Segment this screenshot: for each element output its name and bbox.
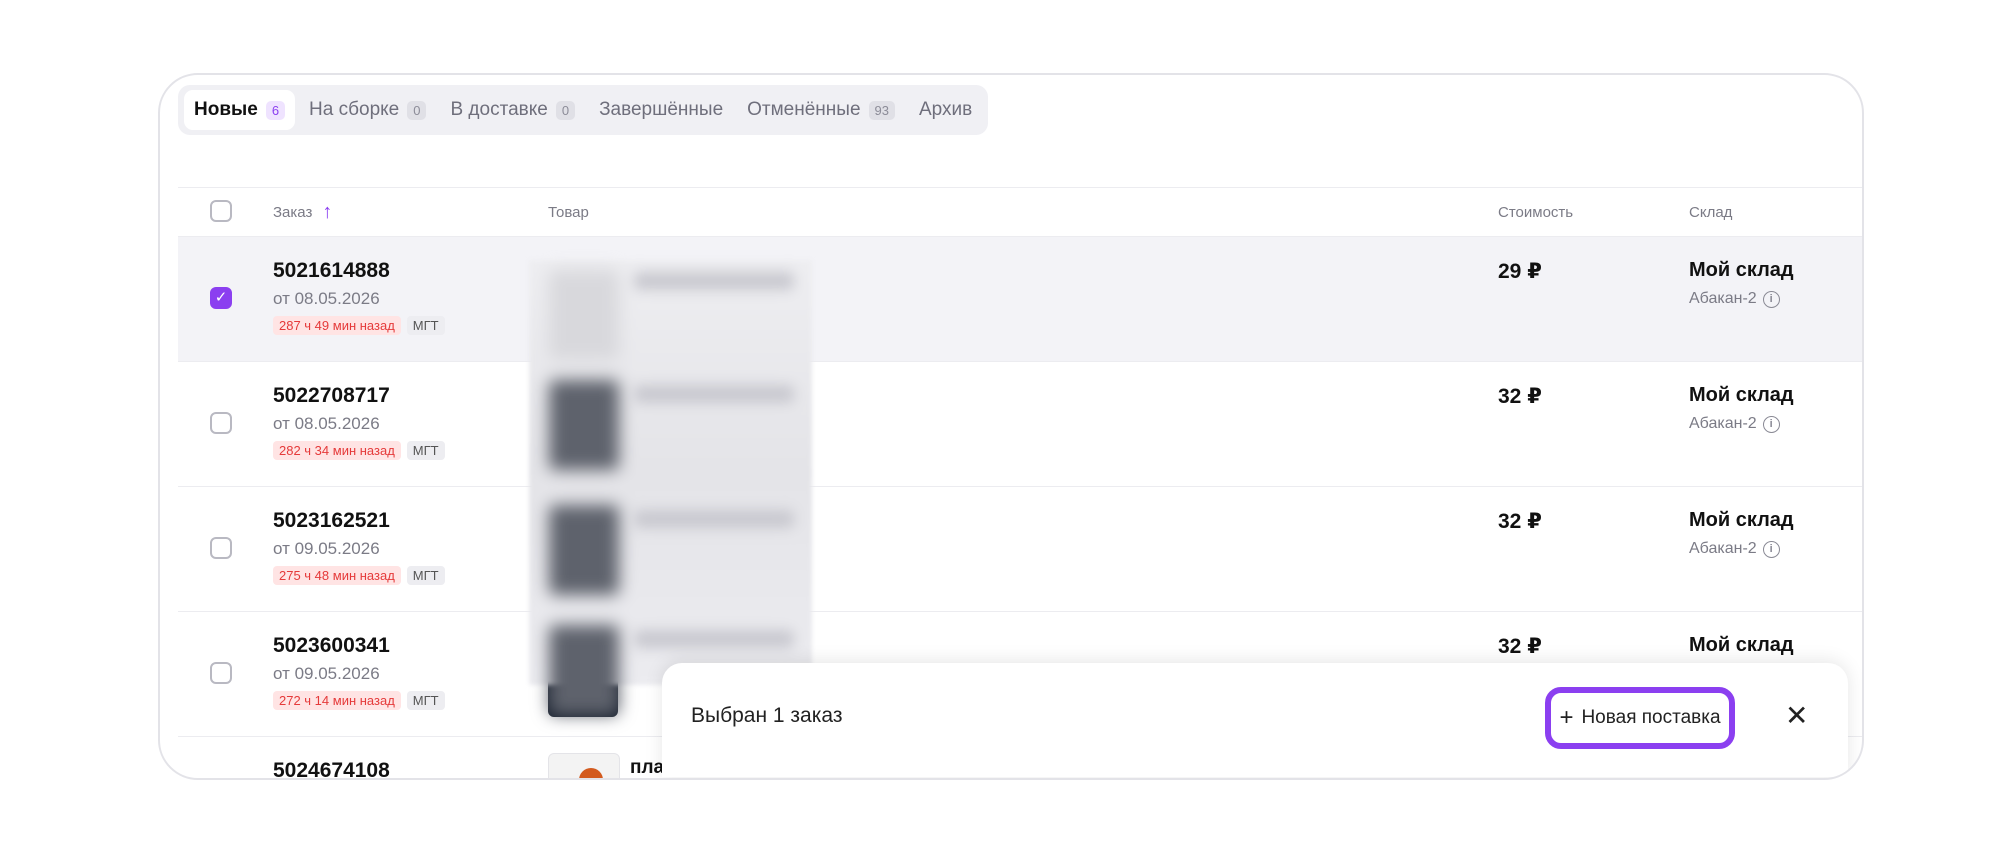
order-date: от 09.05.2026 (273, 664, 380, 683)
tab-count-badge: 0 (407, 100, 427, 120)
delivery-type-badge: МГТ (406, 441, 445, 460)
orders-card: Новые 6 На сборке 0 В доставке 0 Завершё… (158, 73, 1864, 780)
row-checkbox[interactable]: ✓ (210, 412, 232, 434)
warehouse-city: Абакан-2 (1689, 290, 1757, 307)
blurred-product-area (529, 260, 812, 715)
order-price: 29 ₽ (1498, 260, 1542, 283)
info-icon[interactable]: i (1762, 415, 1780, 433)
order-cell: 5024674108 (273, 759, 390, 778)
product-thumbnail[interactable] (548, 753, 620, 778)
warehouse-city: Абакан-2 (1689, 540, 1757, 557)
table-row[interactable]: ✓ 5022708717 от 08.05.2026 282 ч 34 мин … (178, 362, 1862, 487)
warehouse-name: Мой склад (1689, 509, 1794, 531)
order-age-badge: 275 ч 48 мин назад (273, 566, 401, 585)
new-shipment-button[interactable]: + Новая поставка (1545, 687, 1735, 749)
warehouse-cell: Мой склад Абакан-2 i (1689, 259, 1794, 308)
column-header-warehouse: Склад (1689, 188, 1732, 236)
order-age-badge: 287 ч 49 мин назад (273, 316, 401, 335)
column-header-price: Стоимость (1498, 188, 1573, 236)
selected-count-text: Выбран 1 заказ (691, 704, 843, 727)
status-tabs: Новые 6 На сборке 0 В доставке 0 Завершё… (178, 85, 989, 135)
order-price: 32 ₽ (1498, 635, 1542, 658)
row-checkbox[interactable]: ✓ (210, 662, 232, 684)
tab-label: Новые (194, 99, 258, 120)
order-price: 32 ₽ (1498, 510, 1542, 533)
tab-label: Архив (919, 99, 973, 120)
order-price: 32 ₽ (1498, 385, 1542, 408)
tab-count-badge: 0 (555, 100, 576, 120)
warehouse-cell: Мой склад (1689, 634, 1794, 657)
order-date: от 09.05.2026 (273, 539, 380, 558)
blurred-text (634, 510, 794, 528)
order-age-badge: 272 ч 14 мин назад (273, 691, 401, 710)
close-icon[interactable]: ✕ (1785, 699, 1808, 732)
warehouse-name: Мой склад (1689, 634, 1794, 656)
order-number[interactable]: 5021614888 (273, 259, 445, 283)
order-number[interactable]: 5022708717 (273, 384, 445, 408)
column-header-label: Заказ (273, 203, 313, 221)
warehouse-cell: Мой склад Абакан-2 i (1689, 384, 1794, 433)
warehouse-cell: Мой склад Абакан-2 i (1689, 509, 1794, 558)
table-header: ✓ Заказ ↑ Товар Стоимость Склад (178, 187, 1862, 237)
blurred-thumbnail (549, 505, 619, 595)
warehouse-name: Мой склад (1689, 259, 1794, 281)
product-image-flower (579, 768, 603, 778)
order-number[interactable]: 5023600341 (273, 634, 445, 658)
order-date: от 08.05.2026 (273, 289, 380, 308)
blurred-thumbnail (549, 270, 619, 360)
order-cell: 5021614888 от 08.05.2026 287 ч 49 мин на… (273, 259, 445, 335)
selection-action-bar: Выбран 1 заказ + Новая поставка ✕ (662, 663, 1848, 777)
order-number[interactable]: 5024674108 (273, 759, 390, 778)
check-icon: ✓ (214, 289, 228, 306)
tab-label: Завершённые (599, 99, 724, 120)
tab-count-badge: 93 (868, 100, 895, 120)
tab-label: Отменённые (747, 99, 861, 120)
tab-cancelled[interactable]: Отменённые 93 (737, 90, 905, 130)
tab-label: На сборке (309, 99, 400, 120)
delivery-type-badge: МГТ (406, 691, 445, 710)
warehouse-city: Абакан-2 (1689, 415, 1757, 432)
table-row[interactable]: ✓ 5023162521 от 09.05.2026 275 ч 48 мин … (178, 487, 1862, 612)
order-date: от 08.05.2026 (273, 414, 380, 433)
tab-label: В доставке (450, 99, 548, 120)
tab-assembly[interactable]: На сборке 0 (299, 90, 436, 130)
info-icon[interactable]: i (1762, 540, 1780, 558)
delivery-type-badge: МГТ (406, 566, 445, 585)
plus-icon: + (1559, 704, 1574, 731)
column-header-label: Товар (548, 203, 589, 221)
blurred-text (634, 385, 794, 403)
column-header-product: Товар (548, 188, 589, 236)
order-cell: 5023162521 от 09.05.2026 275 ч 48 мин на… (273, 509, 445, 585)
new-shipment-label: Новая поставка (1581, 707, 1721, 728)
blurred-text (634, 630, 794, 648)
order-cell: 5022708717 от 08.05.2026 282 ч 34 мин на… (273, 384, 445, 460)
warehouse-name: Мой склад (1689, 384, 1794, 406)
tab-archive[interactable]: Архив (909, 90, 982, 130)
tab-delivery[interactable]: В доставке 0 (440, 90, 585, 130)
info-icon[interactable]: i (1762, 290, 1780, 308)
order-cell: 5023600341 от 09.05.2026 272 ч 14 мин на… (273, 634, 445, 710)
order-number[interactable]: 5023162521 (273, 509, 445, 533)
blurred-thumbnail (549, 625, 619, 715)
row-checkbox[interactable]: ✓ (210, 287, 232, 309)
arrow-up-icon[interactable]: ↑ (322, 201, 332, 224)
blurred-text (634, 272, 794, 290)
tab-new[interactable]: Новые 6 (184, 90, 296, 130)
blurred-thumbnail (549, 380, 619, 470)
row-checkbox[interactable]: ✓ (210, 537, 232, 559)
select-all-checkbox[interactable]: ✓ (210, 200, 232, 222)
column-header-label: Склад (1689, 203, 1733, 221)
tab-completed[interactable]: Завершённые (589, 90, 733, 130)
column-header-order[interactable]: Заказ ↑ (273, 188, 332, 236)
column-header-label: Стоимость (1498, 203, 1574, 221)
tab-count-badge: 6 (265, 100, 286, 120)
table-row[interactable]: ✓ 5021614888 от 08.05.2026 287 ч 49 мин … (178, 237, 1862, 362)
order-age-badge: 282 ч 34 мин назад (273, 441, 401, 460)
delivery-type-badge: МГТ (406, 316, 445, 335)
